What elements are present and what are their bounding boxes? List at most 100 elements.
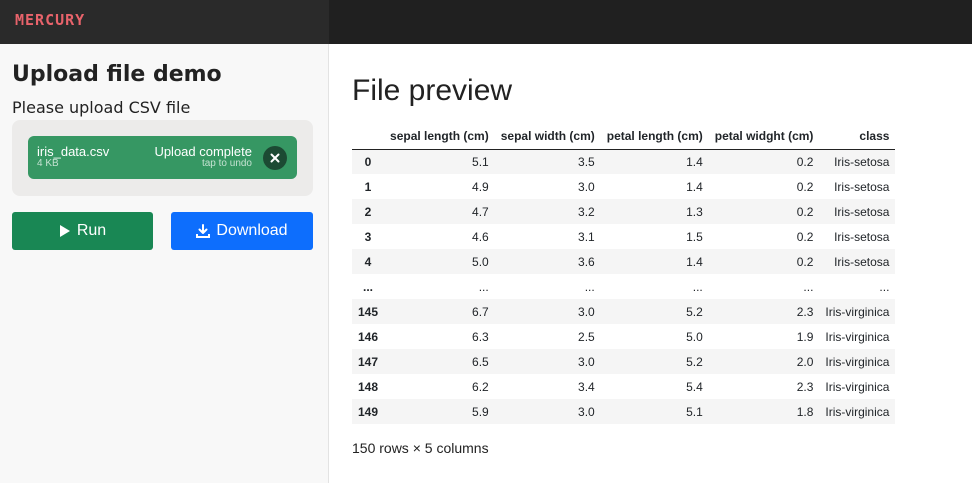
- table-cell: 3.0: [578, 404, 595, 419]
- uploaded-file-name: iris_data.csv: [37, 144, 110, 159]
- table-cell: 3.0: [578, 179, 595, 194]
- table-row: 146 6.3 2.5 5.0 1.9 Iris-virginica: [352, 324, 895, 349]
- table-cell: 1.8: [796, 404, 814, 419]
- row-index: 148: [358, 379, 379, 394]
- table-body: 0 5.1 3.5 1.4 0.2 Iris-setosa 1 4.9 3.0 1.4 0.2 Iri…: [352, 149, 896, 424]
- table-cell: 3.0: [578, 304, 595, 319]
- table-row: 4 5.0 3.6 1.4 0.2 Iris-setosa: [352, 249, 896, 274]
- uploaded-file-size: 4 KB: [37, 158, 59, 169]
- column-header: sepal width (cm): [494, 124, 601, 150]
- column-header: class: [819, 124, 896, 150]
- row-index: ...: [363, 279, 374, 294]
- table-cell: 1.3: [686, 204, 703, 219]
- table-cell: ...: [879, 279, 890, 294]
- column-header: sepal length (cm): [384, 124, 495, 150]
- table-cell: Iris-virginica: [825, 329, 890, 344]
- table-cell: 2.3: [796, 379, 814, 394]
- table-cell: 6.7: [472, 304, 489, 319]
- table-row: 145 6.7 3.0 5.2 2.3 Iris-virginica: [352, 299, 896, 324]
- main-content: File preview sepal length (cm) sepal widt…: [330, 44, 972, 483]
- table-row: 149 5.9 3.0 5.1 1.8 Iris-virginica: [352, 399, 896, 424]
- table-row: 1 4.9 3.0 1.4 0.2 Iris-setosa: [352, 174, 895, 199]
- table-header-row: sepal length (cm) sepal width (cm) petal l…: [352, 124, 896, 150]
- table-cell: 6.5: [472, 354, 489, 369]
- table-cell: 1.5: [686, 229, 703, 244]
- table-cell: 2.5: [578, 329, 595, 344]
- play-icon: [59, 225, 70, 237]
- table-cell: 3.2: [578, 204, 595, 219]
- table-shape-text: 150 rows × 5 columns: [352, 440, 489, 456]
- table-cell: 0.2: [796, 179, 814, 194]
- table-cell: Iris-virginica: [825, 379, 890, 394]
- table-cell: 5.1: [472, 154, 489, 169]
- table-cell: Iris-setosa: [834, 154, 890, 169]
- table-cell: 5.2: [686, 354, 703, 369]
- table-cell: 1.9: [796, 329, 814, 344]
- table-cell: 2.3: [796, 304, 814, 319]
- row-index: 147: [358, 354, 379, 369]
- download-button-label: Download: [216, 222, 288, 239]
- sidebar: Upload file demo Please upload CSV file …: [0, 44, 329, 483]
- row-index: 0: [364, 154, 372, 169]
- brand-area: MERCURY: [0, 0, 329, 44]
- close-icon: [270, 153, 280, 163]
- table-cell: ...: [692, 279, 703, 294]
- page-title: File preview: [352, 74, 513, 107]
- table-cell: 4.7: [472, 204, 489, 219]
- data-preview-table: sepal length (cm) sepal width (cm) petal l…: [352, 124, 896, 424]
- table-cell: 5.1: [686, 404, 703, 419]
- undo-upload-button[interactable]: [263, 146, 287, 170]
- file-upload-dropzone[interactable]: iris_data.csv 4 KB Upload complete tap t…: [12, 120, 313, 196]
- table-cell: 6.2: [472, 379, 489, 394]
- table-cell: 5.9: [472, 404, 489, 419]
- table-cell: 1.4: [686, 179, 703, 194]
- table-cell: Iris-setosa: [834, 204, 890, 219]
- upload-status-hint: tap to undo: [201, 158, 252, 169]
- table-row: 148 6.2 3.4 5.4 2.3 Iris-virginica: [352, 374, 895, 399]
- table-cell: 3.1: [578, 229, 595, 244]
- table-row: 147 6.5 3.0 5.2 2.0 Iris-virginica: [352, 349, 896, 374]
- download-button[interactable]: Download: [171, 212, 313, 250]
- table-cell: 3.0: [578, 354, 595, 369]
- table-cell: Iris-virginica: [825, 354, 890, 369]
- table-cell: Iris-setosa: [834, 179, 890, 194]
- table-cell: 1.4: [686, 254, 703, 269]
- table-cell: Iris-virginica: [825, 404, 890, 419]
- table-cell: 5.4: [686, 379, 703, 394]
- row-index: 2: [364, 204, 372, 219]
- table-cell: 3.6: [578, 254, 595, 269]
- upload-label: Please upload CSV file: [12, 98, 191, 117]
- table-cell: 1.4: [686, 154, 703, 169]
- row-index: 145: [358, 304, 379, 319]
- table-row: 0 5.1 3.5 1.4 0.2 Iris-setosa: [352, 149, 896, 174]
- table-cell: Iris-setosa: [834, 229, 890, 244]
- column-header: [352, 124, 385, 150]
- top-navbar: MERCURY: [0, 0, 972, 44]
- table-cell: ...: [478, 279, 489, 294]
- row-index: 4: [364, 254, 372, 269]
- table-cell: 3.4: [578, 379, 595, 394]
- table-cell: Iris-virginica: [825, 304, 890, 319]
- table-cell: ...: [803, 279, 814, 294]
- upload-status: Upload complete: [154, 144, 252, 159]
- table-cell: 3.5: [578, 154, 595, 169]
- table-cell: 4.9: [472, 179, 489, 194]
- table-cell: 6.3: [472, 329, 489, 344]
- table-cell: 5.0: [686, 329, 703, 344]
- run-button[interactable]: Run: [12, 212, 153, 250]
- table-row: 2 4.7 3.2 1.3 0.2 Iris-setosa: [352, 199, 896, 224]
- table-cell: 5.0: [472, 254, 489, 269]
- table-row: ..................: [352, 274, 895, 299]
- mercury-logo[interactable]: MERCURY: [15, 11, 85, 29]
- run-button-label: Run: [76, 222, 107, 239]
- table-cell: 4.6: [472, 229, 489, 244]
- table-cell: 0.2: [796, 254, 814, 269]
- table-cell: 2.0: [796, 354, 814, 369]
- column-header: petal length (cm): [600, 124, 709, 150]
- table-cell: 0.2: [796, 204, 814, 219]
- table-cell: 5.2: [686, 304, 703, 319]
- uploaded-file-item: iris_data.csv 4 KB Upload complete tap t…: [28, 136, 297, 179]
- table-cell: Iris-setosa: [834, 254, 890, 269]
- table-cell: 0.2: [796, 154, 814, 169]
- row-index: 3: [364, 229, 372, 244]
